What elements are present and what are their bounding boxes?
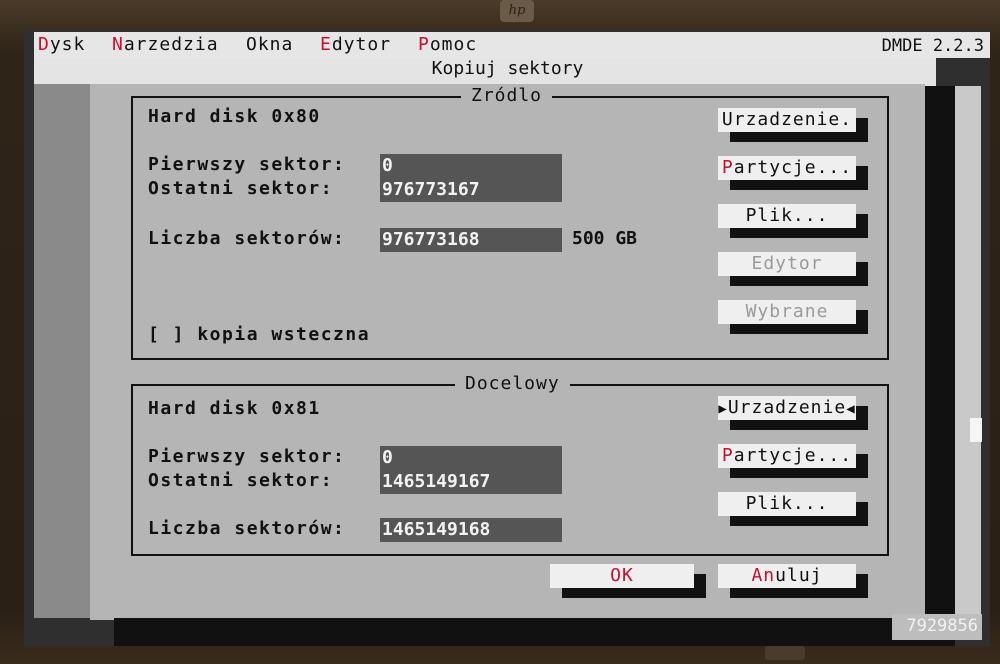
target-last-sector-field[interactable]: 1465149167 [380,470,562,494]
screen: Dysk Narzedzia Okna Edytor Pomoc DMDE 2.… [24,30,990,646]
target-device-label: Hard disk 0x81 [148,398,321,419]
menu-dysk[interactable]: Dysk [38,34,85,55]
target-group-title: Docelowy [455,373,570,394]
cancel-button[interactable]: Anuluj [718,564,856,588]
source-partitions-button[interactable]: Partycje... [718,156,856,180]
selected-left-arrow-icon: ▶ [718,401,728,417]
target-count-label: Liczba sektorów: [148,518,346,539]
source-first-sector-label: Pierwszy sektor: [148,154,346,175]
source-file-button[interactable]: Plik... [718,204,856,228]
dialog-shadow-right [925,86,955,621]
dialog-title-bar: Kopiuj sektory [90,58,925,84]
target-device-button[interactable]: ▶Urzadzenie◀ [718,396,856,420]
ok-button[interactable]: OK [550,564,694,588]
source-device-button[interactable]: Urzadzenie. [718,108,856,132]
target-last-sector-label: Ostatni sektor: [148,470,334,491]
source-editor-button[interactable]: Edytor [718,252,856,276]
status-number: 7929856 [892,614,982,640]
menu-pomoc[interactable]: Pomoc [418,34,477,55]
source-selected-button[interactable]: Wybrane [718,300,856,324]
source-last-sector-field[interactable]: 976773167 [380,178,562,202]
target-partitions-button[interactable]: Partycje... [718,444,856,468]
target-first-sector-field[interactable]: 0 [380,446,562,470]
source-size: 500 GB [572,228,638,249]
source-count-field[interactable]: 976773168 [380,228,562,252]
target-first-sector-label: Pierwszy sektor: [148,446,346,467]
dialog-shadow-bottom [114,618,955,646]
scrollbar-track[interactable] [955,86,981,614]
menu-edytor[interactable]: Edytor [320,34,391,55]
monitor-foot [765,646,805,660]
menu-narzedzia[interactable]: Narzedzia [112,34,219,55]
menu-bar: Dysk Narzedzia Okna Edytor Pomoc DMDE 2.… [34,32,990,58]
selected-right-arrow-icon: ◀ [846,401,856,417]
source-device-label: Hard disk 0x80 [148,106,321,127]
app-version: DMDE 2.2.3 [881,36,984,56]
source-group-title: Zródlo [461,85,553,106]
target-file-button[interactable]: Plik... [718,492,856,516]
dialog-title: Kopiuj sektory [431,58,584,79]
source-last-sector-label: Ostatni sektor: [148,178,334,199]
menu-okna[interactable]: Okna [246,34,293,55]
scrollbar-thumb[interactable] [970,418,982,442]
target-count-field[interactable]: 1465149168 [380,518,562,542]
source-count-label: Liczba sektorów: [148,228,346,249]
left-panel [34,84,90,618]
reverse-copy-checkbox[interactable]: [ ] kopia wsteczna [148,324,370,345]
hp-logo: hp [500,0,534,22]
source-first-sector-field[interactable]: 0 [380,154,562,178]
